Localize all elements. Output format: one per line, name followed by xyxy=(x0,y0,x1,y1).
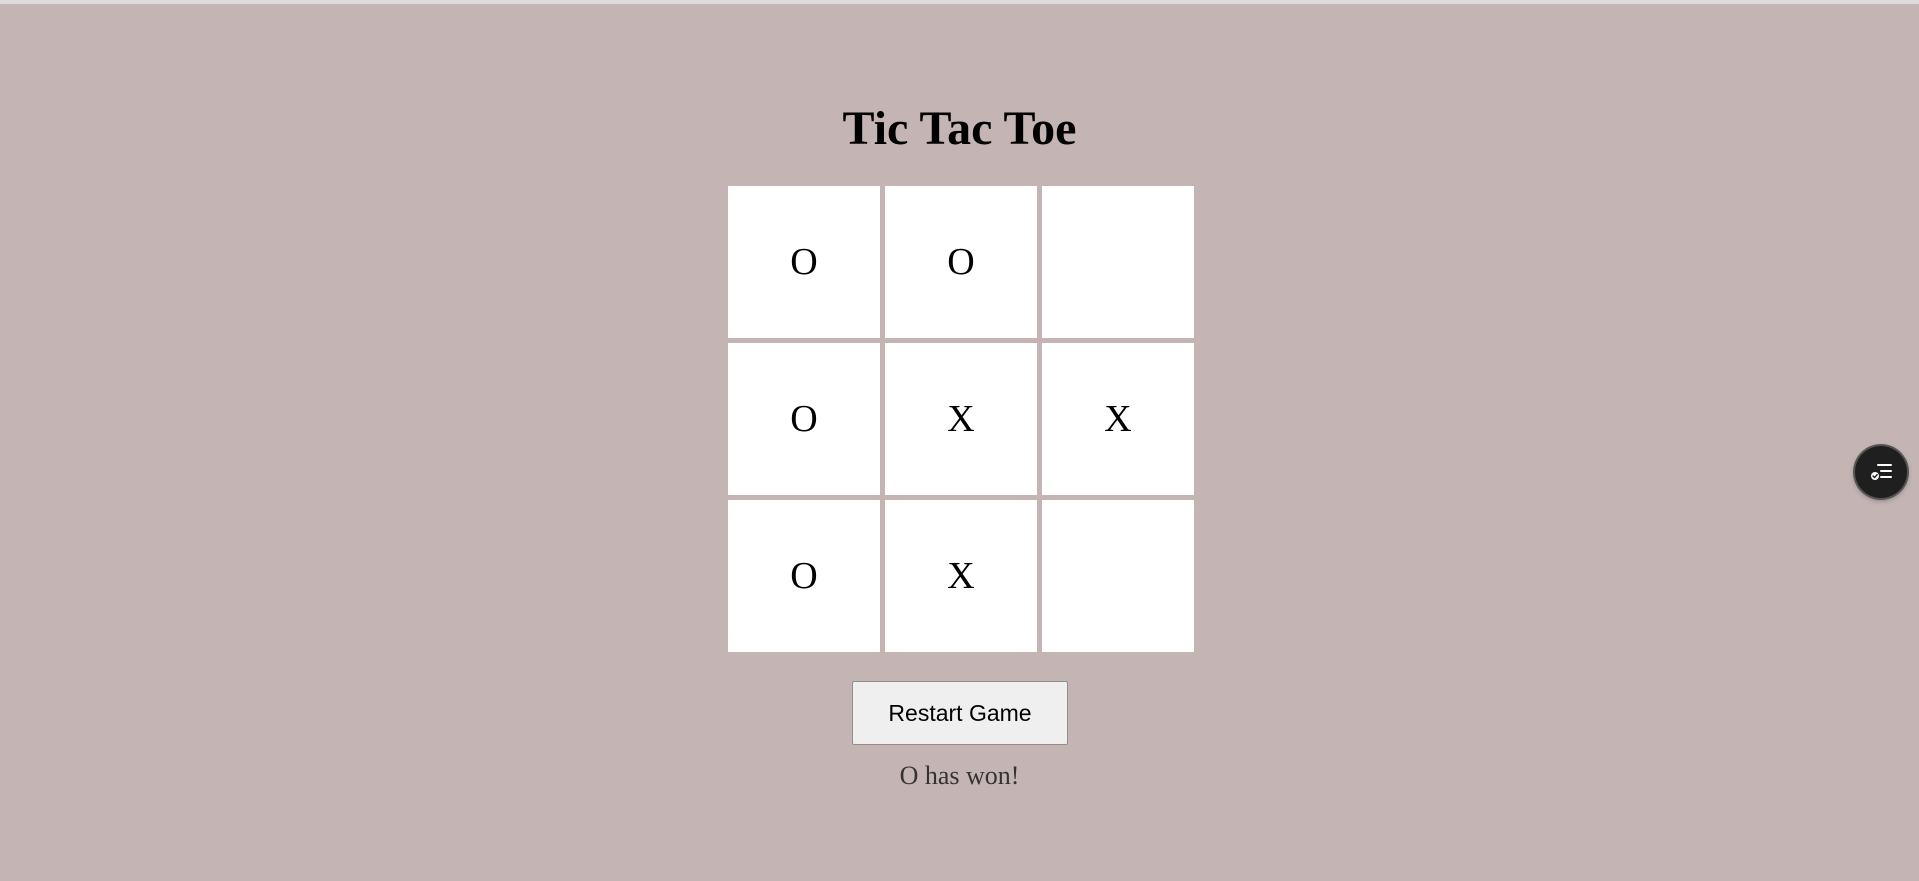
board-cell[interactable]: O xyxy=(885,186,1037,338)
top-divider xyxy=(0,0,1919,4)
game-board: O O O X X O X xyxy=(728,186,1195,654)
game-status: O has won! xyxy=(899,761,1020,790)
board-cell[interactable]: X xyxy=(1042,343,1194,495)
checklist-icon xyxy=(1871,464,1892,480)
restart-button[interactable]: Restart Game xyxy=(852,681,1068,745)
board-cell[interactable] xyxy=(1042,500,1194,652)
page-title: Tic Tac Toe xyxy=(842,102,1077,155)
board-cell[interactable]: O xyxy=(728,186,880,338)
board-cell[interactable]: X xyxy=(885,500,1037,652)
board-cell[interactable]: O xyxy=(728,500,880,652)
board-cell[interactable]: X xyxy=(885,343,1037,495)
board-cell[interactable]: O xyxy=(728,343,880,495)
board-cell[interactable] xyxy=(1042,186,1194,338)
floating-action-button[interactable] xyxy=(1855,446,1907,498)
